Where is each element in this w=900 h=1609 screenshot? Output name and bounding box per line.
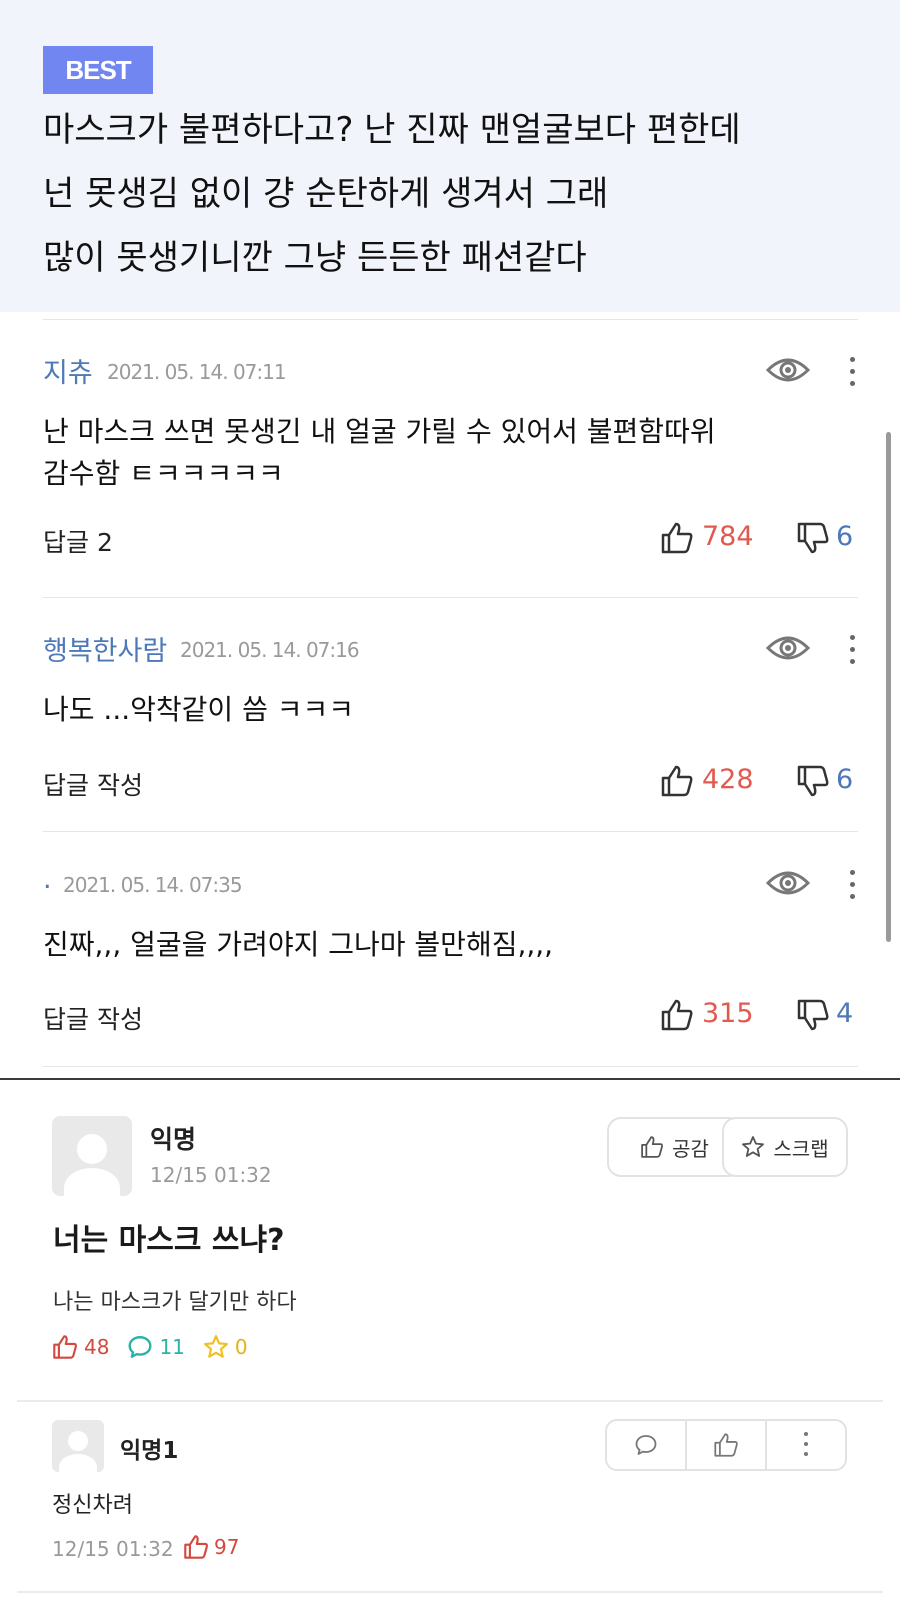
dislike-count: 6	[836, 521, 854, 552]
post-like-count: 48	[84, 1335, 110, 1359]
reply-date: 12/15 01:32	[52, 1537, 174, 1561]
reply-body: 정신차려	[52, 1493, 133, 1518]
divider	[43, 597, 858, 598]
more-options-icon	[803, 1432, 809, 1458]
reply-author: 익명1	[120, 1438, 179, 1464]
comment-line: 감수함 ㅌㅋㅋㅋㅋㅋ	[43, 457, 284, 490]
post-date: 12/15 01:32	[150, 1163, 272, 1187]
reply-like: 97	[183, 1534, 239, 1560]
thumbs-up-icon	[184, 1535, 208, 1559]
like-count: 428	[702, 764, 754, 795]
best-line: 마스크가 불편하다고? 난 진짜 맨얼굴보다 편한데	[43, 110, 741, 150]
empathy-label: 공감	[672, 1136, 709, 1161]
divider	[43, 1066, 858, 1067]
thumbs-up-icon	[714, 1433, 738, 1457]
divider	[17, 1400, 883, 1402]
comment-author[interactable]: 행복한사람	[43, 629, 167, 668]
comment-icon	[128, 1336, 152, 1358]
avatar	[52, 1420, 104, 1472]
thumbs-up-icon[interactable]	[660, 998, 694, 1032]
comment-body: 난 마스크 쓰면 못생긴 내 얼굴 가릴 수 있어서 불편함따위 감수함 ㅌㅋㅋ…	[43, 411, 843, 495]
thumbs-up-icon[interactable]	[660, 521, 694, 555]
comment-date: 2021. 05. 14. 07:35	[63, 873, 243, 897]
reply-comment-button[interactable]	[607, 1421, 685, 1469]
thumbs-down-icon[interactable]	[796, 521, 830, 555]
dislike-count: 6	[836, 764, 854, 795]
thumbs-down-icon[interactable]	[796, 998, 830, 1032]
comment-line: 난 마스크 쓰면 못생긴 내 얼굴 가릴 수 있어서 불편함따위	[43, 415, 716, 448]
post-title: 너는 마스크 쓰냐?	[53, 1223, 285, 1258]
comment-item: . 2021. 05. 14. 07:35 진짜,,, 얼굴을 가려야지 그나마…	[0, 836, 900, 1066]
comment-body: 나도 ...악착같이 씀 ㅋㅋㅋ	[43, 689, 843, 731]
reply-like-count: 97	[214, 1535, 240, 1559]
comment-date: 2021. 05. 14. 07:16	[180, 638, 360, 662]
comment-author[interactable]: .	[43, 864, 52, 895]
comment-icon	[635, 1435, 657, 1455]
scrap-button[interactable]: 스크랩	[722, 1117, 848, 1177]
more-options-icon[interactable]	[848, 870, 856, 900]
best-line: 넌 못생김 없이 걍 순탄하게 생겨서 그래	[43, 174, 609, 214]
reply-more-button[interactable]	[765, 1421, 845, 1469]
comment-item: 행복한사람 2021. 05. 14. 07:16 나도 ...악착같이 씀 ㅋ…	[0, 601, 900, 831]
screenshot-divider	[0, 1078, 900, 1080]
comment-body: 진짜,,, 얼굴을 가려야지 그나마 볼만해짐,,,,	[43, 924, 843, 966]
post-body: 나는 마스크가 달기만 하다	[53, 1290, 297, 1315]
post-comment-count: 11	[159, 1335, 185, 1359]
comment-line: 진짜,,, 얼굴을 가려야지 그나마 볼만해짐,,,,	[43, 928, 554, 961]
post-stats: 48 11 0	[52, 1334, 248, 1360]
thumbs-up-icon[interactable]	[660, 764, 694, 798]
thumbs-up-icon	[53, 1335, 77, 1359]
scrap-label: 스크랩	[773, 1136, 829, 1161]
best-line: 많이 못생기니깐 그냥 든든한 패션같다	[43, 238, 587, 278]
divider	[43, 831, 858, 832]
best-badge: BEST	[43, 46, 153, 94]
like-count: 784	[702, 521, 754, 552]
reply-like-button[interactable]	[685, 1421, 765, 1469]
thumbs-down-icon[interactable]	[796, 764, 830, 798]
reply-link[interactable]: 답글 작성	[43, 766, 143, 802]
thumbs-up-icon	[641, 1136, 664, 1158]
comment-author[interactable]: 지츄	[43, 351, 93, 390]
more-options-icon[interactable]	[848, 357, 856, 387]
reply-link[interactable]: 답글 2	[43, 523, 113, 559]
eye-icon[interactable]	[766, 868, 810, 898]
more-options-icon[interactable]	[848, 635, 856, 665]
eye-icon[interactable]	[766, 355, 810, 385]
eye-icon[interactable]	[766, 633, 810, 663]
avatar	[52, 1116, 132, 1196]
best-post-text[interactable]: 마스크가 불편하다고? 난 진짜 맨얼굴보다 편한데 넌 못생김 없이 걍 순탄…	[43, 98, 873, 290]
comment-date: 2021. 05. 14. 07:11	[107, 360, 287, 384]
divider	[43, 319, 858, 320]
dislike-count: 4	[836, 998, 854, 1029]
reply-link[interactable]: 답글 작성	[43, 1000, 143, 1036]
comment-line: 나도 ...악착같이 씀 ㅋㅋㅋ	[43, 693, 355, 726]
post-scrap-count: 0	[234, 1335, 248, 1359]
comment-item: 지츄 2021. 05. 14. 07:11 난 마스크 쓰면 못생긴 내 얼굴…	[0, 323, 900, 557]
star-icon	[203, 1335, 228, 1358]
post-author: 익명	[150, 1125, 197, 1154]
like-count: 315	[702, 998, 754, 1029]
divider	[17, 1591, 883, 1593]
reply-actions	[605, 1419, 847, 1471]
star-icon	[742, 1136, 765, 1157]
best-section: BEST 마스크가 불편하다고? 난 진짜 맨얼굴보다 편한데 넌 못생김 없이…	[0, 0, 900, 312]
